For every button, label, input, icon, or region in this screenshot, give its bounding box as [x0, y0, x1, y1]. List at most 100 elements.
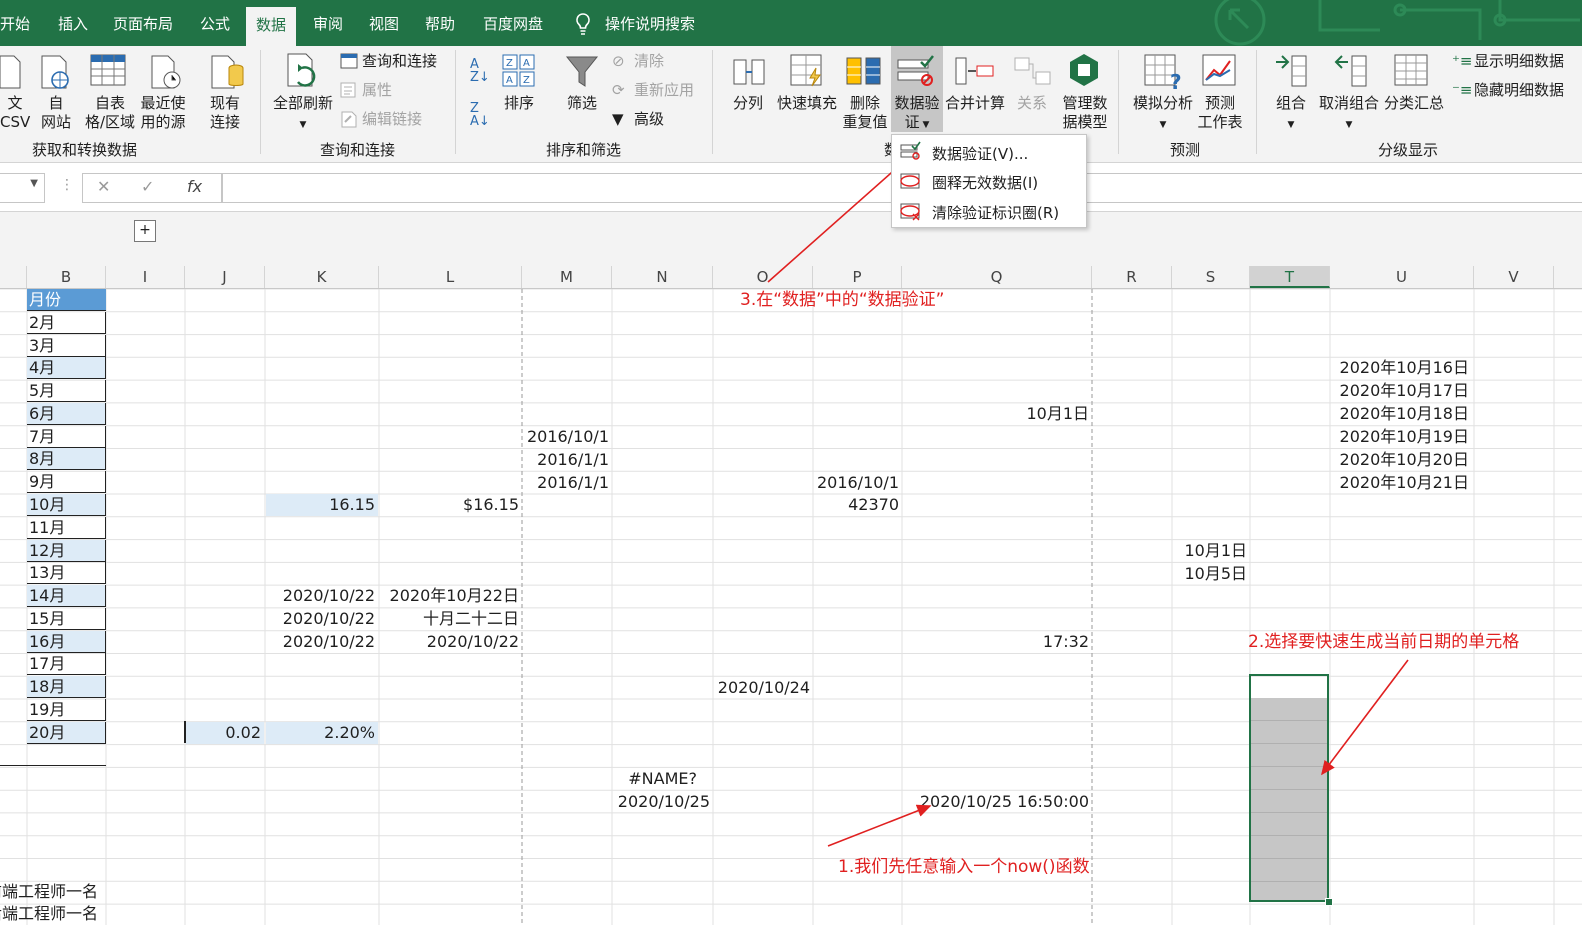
- cell-date[interactable]: 2020年10月20日: [1340, 449, 1469, 471]
- header-cell-month[interactable]: 月份: [27, 289, 106, 311]
- tab-page-layout[interactable]: 页面布局: [113, 0, 173, 46]
- column-header[interactable]: S: [1172, 266, 1250, 288]
- row-header-corner[interactable]: [0, 266, 27, 288]
- month-cell[interactable]: 11月: [27, 516, 106, 539]
- cell-date[interactable]: 2020年10月19日: [1340, 426, 1469, 448]
- hide-detail-button[interactable]: 隐藏明细数据: [1474, 81, 1564, 100]
- queries-connections-button[interactable]: 查询和连接: [362, 52, 437, 71]
- cell-date[interactable]: 2020/10/25: [618, 791, 710, 813]
- tab-help[interactable]: 帮助: [425, 0, 455, 46]
- manage-data-model-button[interactable]: 管理数 据模型: [1056, 94, 1114, 132]
- clear-filter-button[interactable]: 清除: [634, 52, 664, 71]
- month-cell[interactable]: 5月: [27, 380, 106, 403]
- tab-insert[interactable]: 插入: [58, 0, 88, 46]
- month-cell[interactable]: 20月: [27, 721, 106, 744]
- column-header[interactable]: I: [106, 266, 185, 288]
- tab-formulas[interactable]: 公式: [200, 0, 230, 46]
- month-cell[interactable]: 18月: [27, 676, 106, 699]
- column-header[interactable]: N: [612, 266, 713, 288]
- month-cell[interactable]: 2月: [27, 311, 106, 334]
- cell-currency[interactable]: $16.15: [463, 494, 519, 516]
- month-cell[interactable]: 15月: [27, 607, 106, 630]
- what-if-button[interactable]: 模拟分析 ▼: [1128, 94, 1198, 135]
- column-header[interactable]: J: [185, 266, 265, 288]
- cell-percent[interactable]: 2.20%: [324, 722, 375, 744]
- cell-date[interactable]: 2016/10/1: [527, 426, 609, 448]
- cell-number[interactable]: 0.02: [225, 722, 261, 744]
- month-cell[interactable]: 19月: [27, 699, 106, 722]
- column-header[interactable]: M: [522, 266, 612, 288]
- cell-number[interactable]: 42370: [848, 494, 899, 516]
- column-header[interactable]: L: [379, 266, 522, 288]
- remove-duplicates-button[interactable]: 删除 重复值: [840, 94, 890, 132]
- month-cell[interactable]: 13月: [27, 562, 106, 585]
- cell-time[interactable]: 17:32: [1043, 631, 1089, 653]
- month-cell[interactable]: 3月: [27, 334, 106, 357]
- cell-date[interactable]: 2020/10/22: [283, 608, 375, 630]
- month-cell[interactable]: 17月: [27, 653, 106, 676]
- cell-error[interactable]: #NAME?: [628, 768, 697, 790]
- month-cell[interactable]: 16月: [27, 630, 106, 653]
- column-header[interactable]: K: [265, 266, 379, 288]
- month-cell[interactable]: 4月: [27, 357, 106, 380]
- fill-handle[interactable]: [1325, 898, 1333, 906]
- month-cell[interactable]: 10月: [27, 494, 106, 517]
- text-to-columns-button[interactable]: 分列: [728, 94, 768, 113]
- column-header[interactable]: R: [1092, 266, 1172, 288]
- cell-date[interactable]: 2020/10/22: [427, 631, 519, 653]
- cell-date[interactable]: 2020年10月18日: [1340, 403, 1469, 425]
- enter-icon[interactable]: ✓: [141, 177, 154, 196]
- cell-datetime[interactable]: 2020/10/25 16:50:00: [920, 791, 1089, 813]
- month-cell[interactable]: 14月: [27, 585, 106, 608]
- refresh-all-button[interactable]: 全部刷新 ▼: [268, 94, 338, 135]
- cell-date[interactable]: 2016/10/1: [817, 472, 899, 494]
- tell-me-search[interactable]: 操作说明搜索: [605, 0, 695, 46]
- cell-date[interactable]: 2020年10月17日: [1340, 380, 1469, 402]
- tab-review[interactable]: 审阅: [313, 0, 343, 46]
- insert-function-icon[interactable]: fx: [187, 177, 202, 196]
- sort-desc-icon[interactable]: Z A↓: [470, 102, 490, 128]
- properties-button[interactable]: 属性: [362, 81, 392, 100]
- cell-text[interactable]: 后端工程师一名: [0, 903, 98, 925]
- month-cell[interactable]: 7月: [27, 425, 106, 448]
- cell-number[interactable]: 16.15: [329, 494, 375, 516]
- column-header-selected[interactable]: T: [1250, 266, 1330, 288]
- cell-date[interactable]: 2020/10/22: [283, 631, 375, 653]
- relationships-button[interactable]: 关系: [1012, 94, 1052, 113]
- filter-button[interactable]: 筛选: [560, 94, 604, 113]
- show-detail-button[interactable]: 显示明细数据: [1474, 52, 1564, 71]
- tab-home[interactable]: 开始: [0, 0, 30, 46]
- menu-item-data-validation[interactable]: 数据验证(V)...: [932, 143, 1028, 164]
- edit-links-button[interactable]: 编辑链接: [362, 110, 422, 129]
- from-text-csv-button[interactable]: 文 CSV: [0, 94, 30, 132]
- subtotal-button[interactable]: 分类汇总: [1382, 94, 1446, 113]
- consolidate-button[interactable]: 合并计算: [944, 94, 1006, 113]
- from-table-button[interactable]: 自表 格/区域: [82, 94, 138, 132]
- cell-date[interactable]: 2016/1/1: [537, 449, 609, 471]
- column-header[interactable]: U: [1330, 266, 1474, 288]
- cell-date[interactable]: 2016/1/1: [537, 472, 609, 494]
- column-header[interactable]: B: [27, 266, 106, 288]
- month-cell[interactable]: 12月: [27, 539, 106, 562]
- cell-date[interactable]: 10月1日: [1026, 403, 1089, 425]
- column-header[interactable]: V: [1474, 266, 1554, 288]
- cell-date[interactable]: 10月1日: [1184, 540, 1247, 562]
- reapply-button[interactable]: 重新应用: [634, 81, 694, 100]
- cell-date[interactable]: 2020/10/24: [718, 677, 810, 699]
- tab-baidu-netdisk[interactable]: 百度网盘: [483, 0, 543, 46]
- cell-date[interactable]: 2020年10月16日: [1340, 357, 1469, 379]
- cell-date[interactable]: 2020/10/22: [283, 585, 375, 607]
- ungroup-button[interactable]: 取消组合 ▼: [1316, 94, 1382, 135]
- menu-item-clear-circles[interactable]: 清除验证标识圈(R): [932, 202, 1059, 223]
- selection-range[interactable]: [1249, 674, 1329, 902]
- advanced-filter-button[interactable]: 高级: [634, 110, 664, 129]
- forecast-sheet-button[interactable]: 预测 工作表: [1194, 94, 1246, 132]
- cell-text[interactable]: 前端工程师一名: [0, 881, 98, 903]
- cell-date[interactable]: 2020年10月22日: [390, 585, 519, 607]
- flash-fill-button[interactable]: 快速填充: [776, 94, 838, 113]
- cell-date[interactable]: 十月二十二日: [423, 608, 519, 630]
- from-web-button[interactable]: 自 网站: [38, 94, 74, 132]
- month-cell[interactable]: 6月: [27, 402, 106, 425]
- data-validation-button[interactable]: 数据验 证 ▼: [891, 94, 943, 135]
- cell-date[interactable]: 10月5日: [1184, 563, 1247, 585]
